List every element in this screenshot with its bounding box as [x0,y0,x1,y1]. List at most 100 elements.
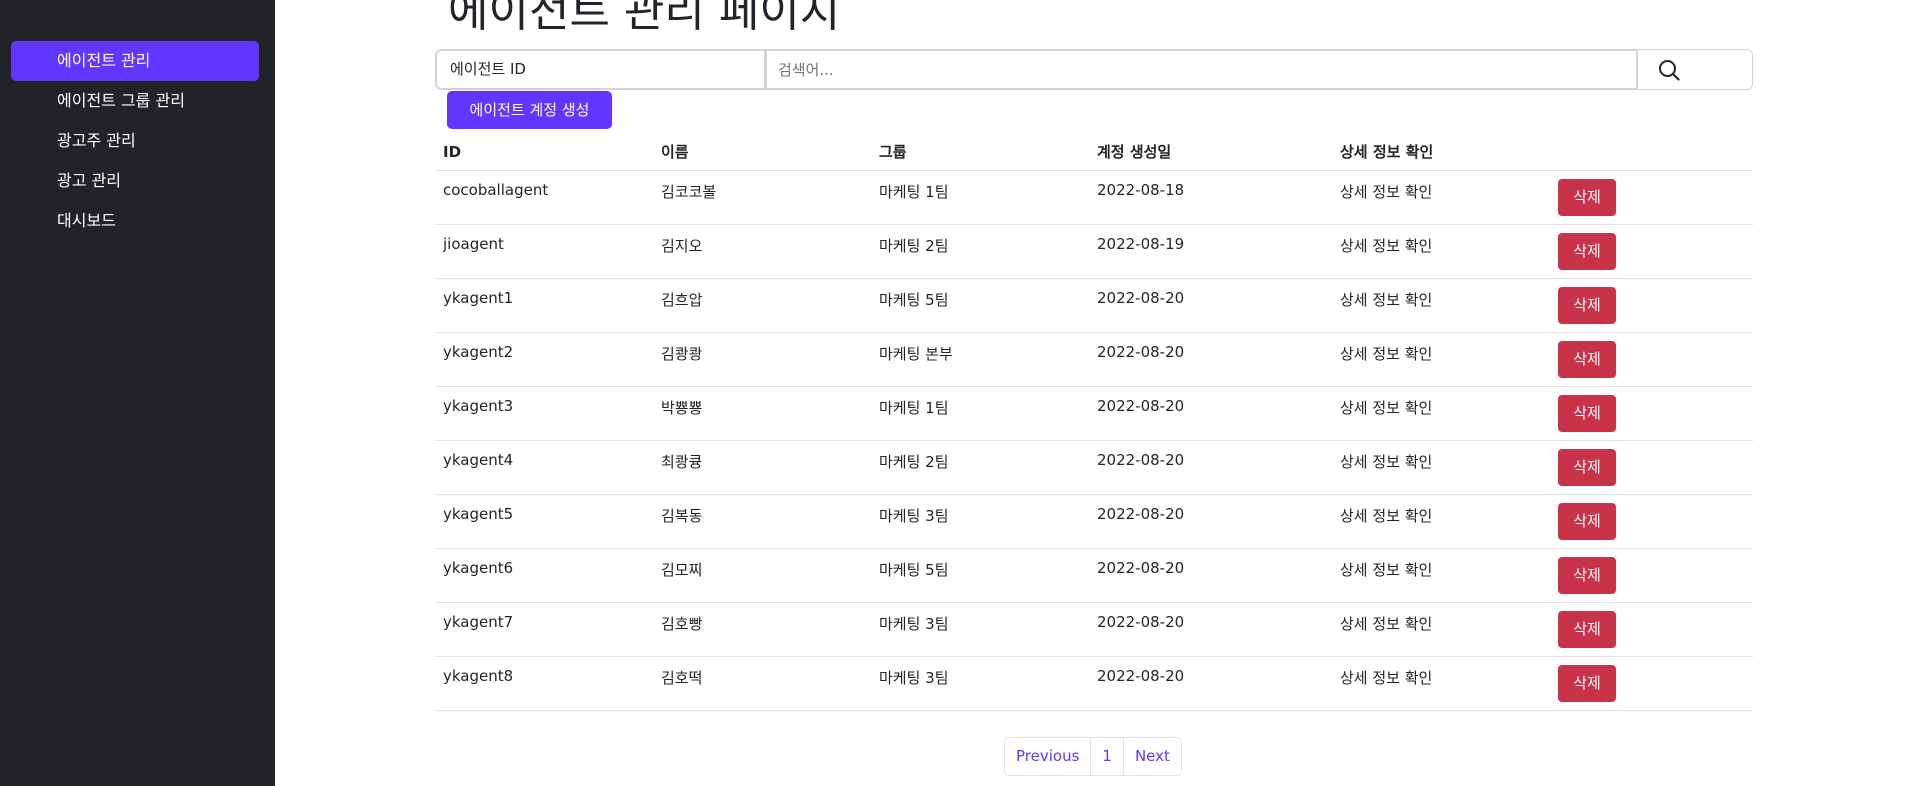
detail-link[interactable]: 상세 정보 확인 [1332,494,1550,549]
search-field-select[interactable]: 에이전트 ID [436,50,766,89]
delete-button[interactable]: 삭제 [1558,449,1616,486]
cell-id: ykagent7 [435,602,653,657]
detail-link[interactable]: 상세 정보 확인 [1332,386,1550,441]
table-body: cocoballagent 김코코볼 마케팅 1팀 2022-08-18 상세 … [435,170,1753,711]
cell-group: 마케팅 3팀 [871,602,1089,657]
table-row: ykagent1 김흐압 마케팅 5팀 2022-08-20 상세 정보 확인 … [435,278,1753,333]
sidebar-item-ad-management[interactable]: 광고 관리 [11,161,259,201]
detail-link[interactable]: 상세 정보 확인 [1332,656,1550,711]
cell-created: 2022-08-18 [1089,170,1332,225]
detail-link[interactable]: 상세 정보 확인 [1332,332,1550,387]
cell-action: 삭제 [1550,332,1753,387]
sidebar-item-advertiser-management[interactable]: 광고주 관리 [11,121,259,161]
column-header-name: 이름 [653,133,871,171]
cell-name: 박뿅뿅 [653,386,871,441]
search-button[interactable] [1638,50,1752,89]
cell-name: 김호빵 [653,602,871,657]
detail-link[interactable]: 상세 정보 확인 [1332,224,1550,279]
cell-group: 마케팅 2팀 [871,440,1089,495]
cell-id: ykagent1 [435,278,653,333]
sidebar: 에이전트 관리 에이전트 그룹 관리 광고주 관리 광고 관리 대시보드 [0,0,275,786]
cell-created: 2022-08-20 [1089,332,1332,387]
cell-created: 2022-08-20 [1089,440,1332,495]
cell-created: 2022-08-20 [1089,656,1332,711]
cell-group: 마케팅 2팀 [871,224,1089,279]
cell-id: cocoballagent [435,170,653,225]
cell-created: 2022-08-20 [1089,602,1332,657]
cell-group: 마케팅 1팀 [871,386,1089,441]
table-row: jioagent 김지오 마케팅 2팀 2022-08-19 상세 정보 확인 … [435,224,1753,279]
cell-action: 삭제 [1550,386,1753,441]
cell-name: 최쾅큥 [653,440,871,495]
sidebar-item-dashboard[interactable]: 대시보드 [11,201,259,241]
column-header-group: 그룹 [871,133,1089,171]
delete-button[interactable]: 삭제 [1558,611,1616,648]
column-header-id: ID [435,133,653,171]
detail-link[interactable]: 상세 정보 확인 [1332,170,1550,225]
delete-button[interactable]: 삭제 [1558,287,1616,324]
cell-action: 삭제 [1550,494,1753,549]
create-agent-account-button[interactable]: 에이전트 계정 생성 [447,91,612,129]
next-page-button[interactable]: Next [1123,738,1181,775]
cell-name: 김모찌 [653,548,871,603]
cell-name: 김쾅쾅 [653,332,871,387]
page-number-button[interactable]: 1 [1091,738,1124,775]
cell-name: 김코코볼 [653,170,871,225]
detail-link[interactable]: 상세 정보 확인 [1332,278,1550,333]
sidebar-item-agent-management[interactable]: 에이전트 관리 [11,41,259,81]
table-row: ykagent7 김호빵 마케팅 3팀 2022-08-20 상세 정보 확인 … [435,602,1753,657]
cell-action: 삭제 [1550,278,1753,333]
cell-id: ykagent8 [435,656,653,711]
column-header-detail: 상세 정보 확인 [1332,133,1550,171]
cell-name: 김복동 [653,494,871,549]
table-row: ykagent5 김복동 마케팅 3팀 2022-08-20 상세 정보 확인 … [435,494,1753,549]
cell-created: 2022-08-20 [1089,548,1332,603]
cell-name: 김지오 [653,224,871,279]
cell-group: 마케팅 3팀 [871,656,1089,711]
cell-action: 삭제 [1550,440,1753,495]
cell-group: 마케팅 5팀 [871,278,1089,333]
detail-link[interactable]: 상세 정보 확인 [1332,602,1550,657]
detail-link[interactable]: 상세 정보 확인 [1332,440,1550,495]
cell-action: 삭제 [1550,548,1753,603]
delete-button[interactable]: 삭제 [1558,395,1616,432]
sidebar-item-agent-group-management[interactable]: 에이전트 그룹 관리 [11,81,259,121]
table-row: ykagent2 김쾅쾅 마케팅 본부 2022-08-20 상세 정보 확인 … [435,332,1753,387]
cell-id: ykagent6 [435,548,653,603]
cell-id: ykagent4 [435,440,653,495]
pagination: Previous 1 Next [1004,737,1182,776]
delete-button[interactable]: 삭제 [1558,341,1616,378]
cell-group: 마케팅 5팀 [871,548,1089,603]
search-bar: 에이전트 ID [435,49,1753,90]
cell-action: 삭제 [1550,224,1753,279]
delete-button[interactable]: 삭제 [1558,503,1616,540]
table-header: ID 이름 그룹 계정 생성일 상세 정보 확인 [435,133,1753,171]
previous-page-button[interactable]: Previous [1005,738,1092,775]
agent-table: ID 이름 그룹 계정 생성일 상세 정보 확인 cocoballagent 김… [435,133,1753,711]
table-row: ykagent6 김모찌 마케팅 5팀 2022-08-20 상세 정보 확인 … [435,548,1753,603]
cell-id: ykagent3 [435,386,653,441]
cell-group: 마케팅 본부 [871,332,1089,387]
search-input[interactable] [766,50,1638,89]
delete-button[interactable]: 삭제 [1558,665,1616,702]
detail-link[interactable]: 상세 정보 확인 [1332,548,1550,603]
cell-action: 삭제 [1550,602,1753,657]
cell-created: 2022-08-20 [1089,386,1332,441]
delete-button[interactable]: 삭제 [1558,179,1616,216]
cell-created: 2022-08-20 [1089,494,1332,549]
table-row: ykagent3 박뿅뿅 마케팅 1팀 2022-08-20 상세 정보 확인 … [435,386,1753,441]
search-icon [1659,59,1680,81]
cell-created: 2022-08-20 [1089,278,1332,333]
cell-name: 김흐압 [653,278,871,333]
page-title: 에이전트 관리 페이지 [448,0,841,37]
cell-name: 김호떡 [653,656,871,711]
agent-table-container: ID 이름 그룹 계정 생성일 상세 정보 확인 cocoballagent 김… [435,133,1753,711]
delete-button[interactable]: 삭제 [1558,557,1616,594]
delete-button[interactable]: 삭제 [1558,233,1616,270]
cell-created: 2022-08-19 [1089,224,1332,279]
table-row: ykagent4 최쾅큥 마케팅 2팀 2022-08-20 상세 정보 확인 … [435,440,1753,495]
column-header-created: 계정 생성일 [1089,133,1332,171]
table-row: cocoballagent 김코코볼 마케팅 1팀 2022-08-18 상세 … [435,170,1753,225]
cell-id: ykagent2 [435,332,653,387]
cell-action: 삭제 [1550,170,1753,225]
